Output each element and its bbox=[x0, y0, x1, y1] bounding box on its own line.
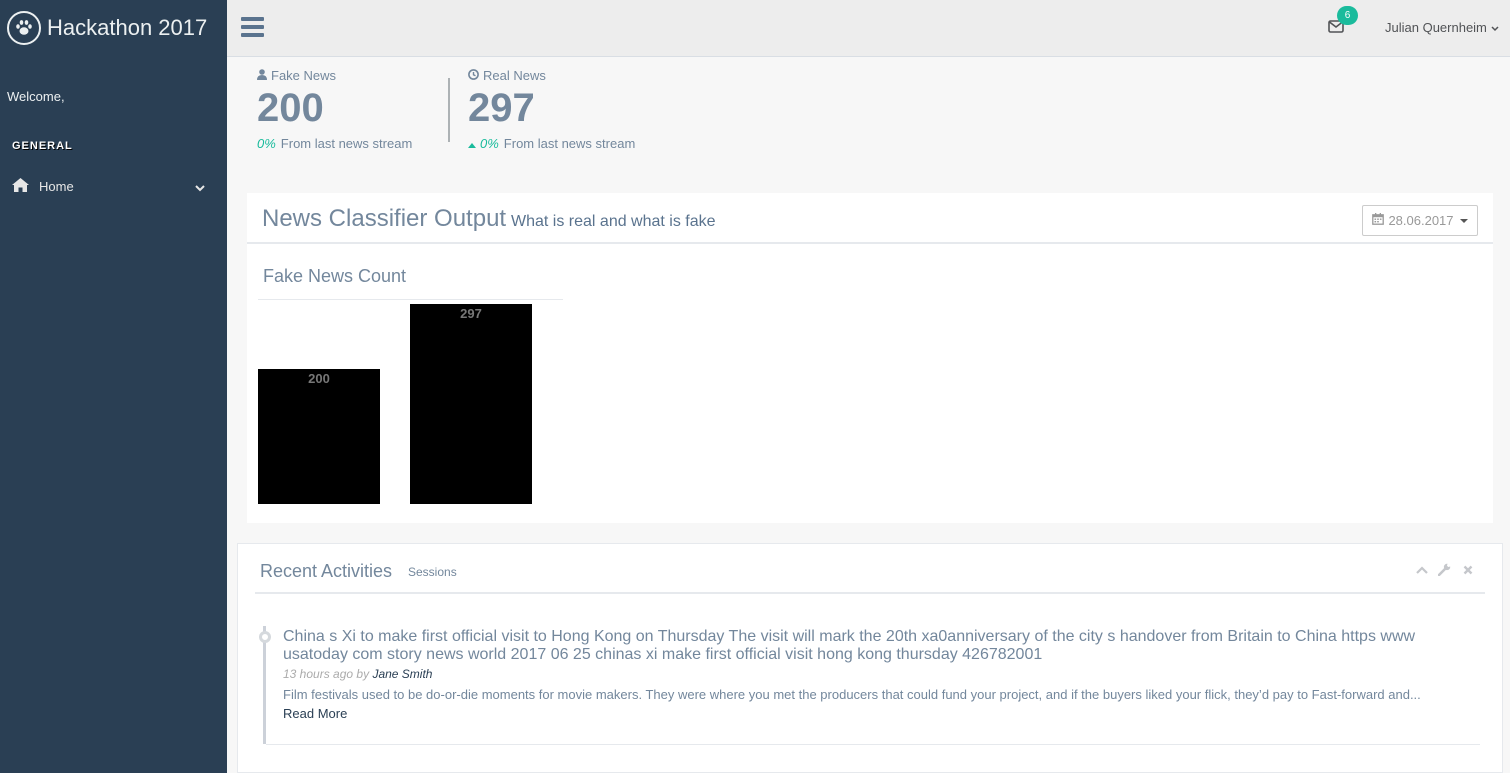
tile-divider bbox=[448, 78, 450, 142]
collapse-chevron-up-icon[interactable] bbox=[1415, 563, 1428, 576]
tile-count: 297 bbox=[468, 86, 535, 130]
tile-delta-text: From last news stream bbox=[280, 136, 413, 151]
tile-delta: 0% bbox=[480, 136, 499, 151]
panel-title: News Classifier Output bbox=[262, 205, 507, 232]
panel-toolbox bbox=[1415, 563, 1474, 576]
notification-badge: 6 bbox=[1337, 6, 1358, 25]
timeline-dot bbox=[259, 631, 271, 643]
user-icon bbox=[257, 68, 271, 83]
sort-asc-icon bbox=[468, 136, 476, 151]
activity-time: 13 hours ago bbox=[283, 667, 354, 681]
activity-by: by bbox=[356, 667, 370, 681]
chart-bar bbox=[258, 369, 380, 504]
tile-fake-news: Fake News 200 0% From last news stream bbox=[257, 68, 412, 151]
panel-header: News Classifier Output What is real and … bbox=[247, 193, 1493, 244]
close-icon[interactable] bbox=[1461, 563, 1474, 576]
activity-meta: 13 hours ago by Jane Smith bbox=[283, 667, 432, 681]
panel-title: Recent Activities bbox=[260, 561, 393, 581]
sidebar: Hackathon 2017 Welcome, GENERAL Home bbox=[0, 0, 227, 773]
tile-label: Real News bbox=[483, 68, 546, 83]
tile-count: 200 bbox=[257, 86, 324, 130]
brand[interactable]: Hackathon 2017 bbox=[7, 11, 207, 45]
panel-subtitle: Sessions bbox=[408, 565, 457, 579]
clock-icon bbox=[468, 68, 483, 83]
wrench-icon[interactable] bbox=[1438, 563, 1451, 576]
chart-data-label: 297 bbox=[460, 306, 482, 321]
read-more-link[interactable]: Read More bbox=[283, 706, 347, 721]
chart-bar bbox=[410, 304, 532, 504]
date-picker-button[interactable]: 28.06.2017 bbox=[1362, 205, 1478, 236]
panel-divider bbox=[255, 592, 1485, 594]
brand-title: Hackathon 2017 bbox=[47, 15, 208, 40]
chart-divider bbox=[258, 299, 563, 300]
welcome-text: Welcome, bbox=[7, 89, 65, 104]
home-icon bbox=[12, 177, 29, 195]
chart-title: Fake News Count bbox=[263, 266, 407, 286]
panel-recent-activities: Recent Activities Sessions China s Xi to… bbox=[237, 543, 1503, 773]
tile-delta-text: From last news stream bbox=[503, 136, 636, 151]
user-name: Julian Quernheim bbox=[1385, 20, 1487, 35]
activity-title-link[interactable]: China s Xi to make first official visit … bbox=[283, 628, 1443, 664]
sidebar-item-label: Home bbox=[39, 178, 74, 194]
activity-author-link[interactable]: Jane Smith bbox=[372, 667, 432, 681]
user-menu[interactable]: Julian Quernheim bbox=[1385, 20, 1499, 35]
paw-icon bbox=[7, 11, 41, 45]
bar-chart: 200 297 bbox=[258, 304, 532, 504]
date-value: 28.06.2017 bbox=[1388, 213, 1454, 228]
menu-toggle-icon[interactable] bbox=[241, 17, 264, 37]
activity-divider bbox=[266, 744, 1480, 745]
activity-excerpt: Film festivals used to be do-or-die mome… bbox=[283, 687, 1421, 702]
caret-down-icon bbox=[1459, 218, 1468, 223]
top-navbar: 6 Julian Quernheim bbox=[227, 0, 1510, 57]
timeline-line bbox=[263, 626, 266, 744]
calendar-icon bbox=[1372, 213, 1388, 228]
chevron-down-icon bbox=[1491, 20, 1499, 35]
chevron-down-icon bbox=[195, 180, 205, 195]
sidebar-item-home[interactable]: Home bbox=[0, 170, 227, 202]
panel-subtitle: What is real and what is fake bbox=[511, 213, 716, 230]
section-label-general: GENERAL bbox=[12, 140, 73, 152]
panel-news-classifier: News Classifier Output What is real and … bbox=[247, 193, 1493, 523]
tile-label: Fake News bbox=[271, 68, 337, 83]
tile-real-news: Real News 297 0% From last news stream bbox=[468, 68, 635, 151]
tile-delta: 0% bbox=[257, 136, 276, 151]
chart-data-label: 200 bbox=[308, 371, 330, 386]
